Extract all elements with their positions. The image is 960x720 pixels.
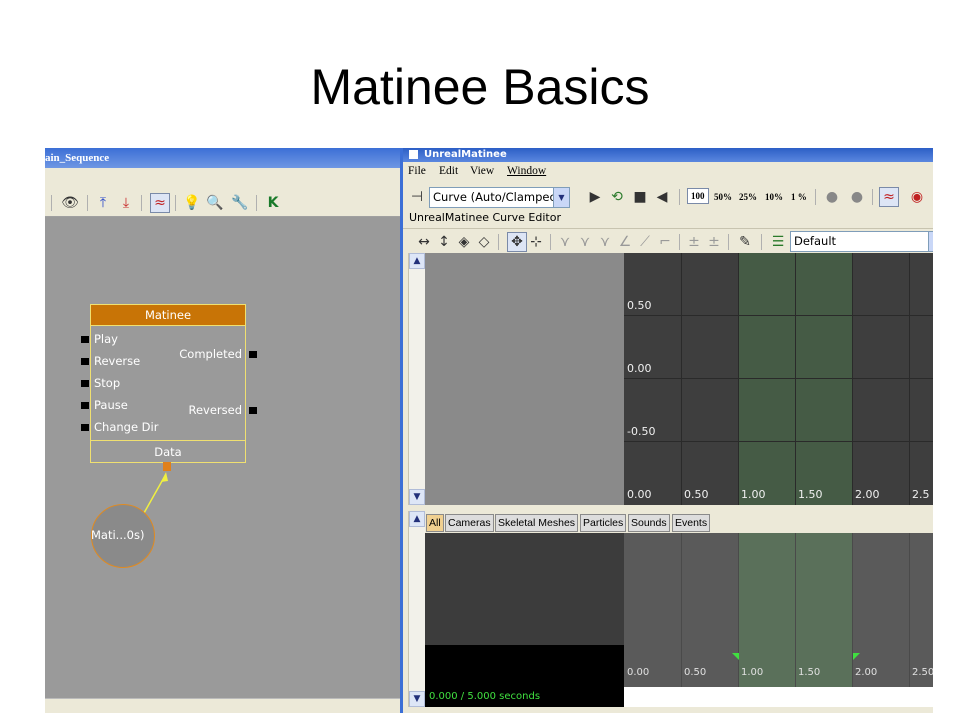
variable-link bbox=[143, 472, 168, 514]
zoom-50-button[interactable]: 50% bbox=[714, 192, 732, 202]
flatten-icon[interactable]: ± bbox=[685, 233, 703, 251]
tab-events[interactable]: Events bbox=[672, 514, 711, 532]
record-icon[interactable]: ◉ bbox=[908, 188, 926, 206]
stop-icon[interactable]: ■ bbox=[631, 188, 649, 206]
create-tab-icon[interactable]: ☰ bbox=[769, 233, 787, 251]
fit-horizontal-icon[interactable]: ↔ bbox=[415, 233, 433, 251]
tab-all[interactable]: All bbox=[426, 514, 444, 532]
matinee-data-variable-label: Mati...0s) bbox=[91, 528, 145, 542]
kismet-horizontal-scrollbar[interactable] bbox=[45, 698, 400, 713]
curve-editor-caption: UnrealMatinee Curve Editor bbox=[409, 211, 561, 224]
curve-graph[interactable]: 0.50 0.00 -0.50 0.00 0.50 1.00 1.50 2.00… bbox=[624, 253, 933, 505]
zoom-mode-icon[interactable]: ⊹ bbox=[527, 233, 545, 251]
reverse-icon[interactable]: ◀ bbox=[653, 188, 671, 206]
loop-start-marker[interactable] bbox=[732, 653, 739, 660]
time-ruler-label: 2.50 bbox=[912, 667, 933, 678]
zoom-1-button[interactable]: 1 % bbox=[791, 192, 807, 202]
show-all-icon[interactable]: ✎ bbox=[736, 233, 754, 251]
tab-skeletal-meshes[interactable]: Skeletal Meshes bbox=[495, 514, 579, 532]
fit-all-icon[interactable]: ◈ bbox=[455, 233, 473, 251]
time-ruler-label: 1.50 bbox=[798, 667, 821, 678]
time-ruler-label: 2.00 bbox=[855, 667, 878, 678]
curve-x-label: 2.5 bbox=[912, 488, 930, 501]
matinee-toolbar: ⊣ Curve (Auto/Clampec ▼ ▶ ⟲ ■ ◀ 100 50% 2… bbox=[403, 184, 933, 210]
menu-view[interactable]: View bbox=[470, 165, 494, 177]
time-ruler-label: 0.50 bbox=[684, 667, 707, 678]
curve-y-label: -0.50 bbox=[627, 425, 656, 438]
fit-vertical-icon[interactable]: ↕ bbox=[435, 233, 453, 251]
pan-mode-icon[interactable]: ✥ bbox=[507, 232, 527, 252]
user-tangent-icon[interactable]: ⋎ bbox=[596, 233, 614, 251]
auto-clamped-icon[interactable]: ⋎ bbox=[576, 233, 594, 251]
interp-mode-select[interactable]: Curve (Auto/Clampec ▼ bbox=[429, 187, 570, 208]
curve-x-label: 0.00 bbox=[627, 488, 652, 501]
menu-edit[interactable]: Edit bbox=[439, 165, 458, 177]
curve-y-label: 0.00 bbox=[627, 362, 652, 375]
slide-title: Matinee Basics bbox=[310, 59, 650, 115]
menu-file[interactable]: File bbox=[408, 165, 426, 177]
time-ruler-label: 1.00 bbox=[741, 667, 764, 678]
curve-editor-toggle-icon[interactable]: ≈ bbox=[879, 187, 899, 207]
curve-editor-toolbar: ↔ ↕ ◈ ◇ ✥ ⊹ ⋎ ⋎ ⋎ ∠ ⟋ ⌐ ± ± ✎ ☰ Default▼ bbox=[403, 228, 933, 253]
curve-x-label: 1.00 bbox=[741, 488, 766, 501]
section-highlight bbox=[739, 253, 853, 505]
play-icon[interactable]: ▶ bbox=[586, 188, 604, 206]
break-tangent-icon[interactable]: ∠ bbox=[616, 233, 634, 251]
snap-icon[interactable]: ● bbox=[823, 188, 841, 206]
matinee-title-bar: UnrealMatinee bbox=[403, 148, 933, 162]
zoom-25-button[interactable]: 25% bbox=[739, 192, 757, 202]
key-tool-icon[interactable]: ⊣ bbox=[408, 188, 426, 206]
linear-icon[interactable]: ⟋ bbox=[636, 233, 654, 251]
tab-sounds[interactable]: Sounds bbox=[628, 514, 670, 532]
time-ruler-label: 0.00 bbox=[627, 667, 650, 678]
curve-x-label: 1.50 bbox=[798, 488, 823, 501]
constant-icon[interactable]: ⌐ bbox=[656, 233, 674, 251]
matinee-window: UnrealMatinee File Edit View Window ⊣ Cu… bbox=[400, 148, 933, 713]
track-vertical-scrollbar[interactable]: ▲ ▼ bbox=[408, 511, 425, 707]
curve-tab-select[interactable]: Default▼ bbox=[790, 231, 933, 252]
kismet-window: ain_Sequence 👁 ⤒ ⤓ ≈ 💡 🔍 🔧 K Matinee Pla… bbox=[45, 148, 400, 713]
straighten-icon[interactable]: ± bbox=[705, 233, 723, 251]
track-timeline[interactable] bbox=[624, 533, 933, 645]
zoom-10-button[interactable]: 10% bbox=[765, 192, 783, 202]
curve-x-label: 2.00 bbox=[855, 488, 880, 501]
track-list[interactable] bbox=[425, 533, 624, 645]
auto-tangent-icon[interactable]: ⋎ bbox=[556, 233, 574, 251]
curve-y-label: 0.50 bbox=[627, 299, 652, 312]
loop-end-marker[interactable] bbox=[853, 653, 860, 660]
curve-vertical-scrollbar[interactable]: ▲ ▼ bbox=[408, 253, 425, 505]
fit-selected-icon[interactable]: ◇ bbox=[475, 233, 493, 251]
menu-window[interactable]: Window bbox=[507, 165, 546, 177]
zoom-100-button[interactable]: 100 bbox=[687, 188, 709, 204]
snap-time-icon[interactable]: ● bbox=[848, 188, 866, 206]
tab-particles[interactable]: Particles bbox=[580, 514, 627, 532]
timeline-scroll-area[interactable] bbox=[624, 687, 933, 707]
time-status: 0.000 / 5.000 seconds bbox=[429, 691, 541, 702]
curve-x-label: 0.50 bbox=[684, 488, 709, 501]
matinee-menu-bar: File Edit View Window bbox=[403, 162, 933, 182]
tab-cameras[interactable]: Cameras bbox=[445, 514, 494, 532]
track-tab-bar: All Cameras Skeletal Meshes Particles So… bbox=[425, 513, 933, 533]
curve-label-panel bbox=[425, 253, 624, 505]
loop-icon[interactable]: ⟲ bbox=[608, 188, 626, 206]
